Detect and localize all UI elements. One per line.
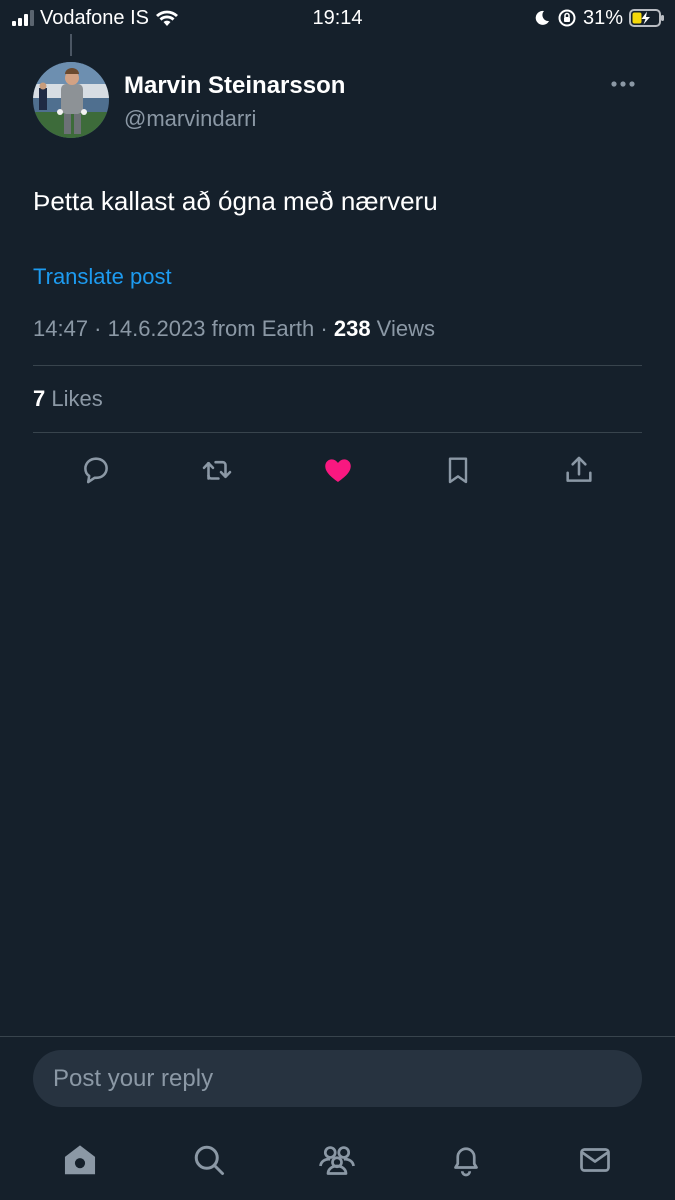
tab-search[interactable] [169, 1130, 249, 1190]
like-button[interactable] [278, 444, 398, 496]
share-button[interactable] [519, 444, 639, 496]
wifi-icon [155, 10, 178, 26]
tab-messages[interactable] [555, 1130, 635, 1190]
avatar[interactable] [33, 62, 109, 138]
reply-icon [84, 457, 108, 484]
more-options-button[interactable] [603, 70, 643, 98]
bookmark-button[interactable] [398, 444, 518, 496]
action-bar [36, 444, 639, 496]
messages-icon [579, 1148, 610, 1172]
reply-input[interactable]: Post your reply [33, 1050, 642, 1107]
tab-bar [0, 1128, 675, 1192]
notifications-icon [454, 1147, 478, 1177]
status-right: 31% [533, 7, 665, 30]
battery-label: 31% [582, 6, 623, 29]
author-name[interactable]: Marvin Steinarsson [124, 72, 345, 100]
likes-label: Likes [45, 386, 103, 411]
tweet-meta: 14:47 · 14.6.2023 from Earth · 238 Views [33, 316, 435, 342]
retweet-icon [202, 460, 232, 480]
views-label: Views [370, 316, 435, 341]
tab-notifications[interactable] [426, 1130, 506, 1190]
likes-summary[interactable]: 7 Likes [33, 386, 103, 412]
thread-connector [70, 34, 72, 56]
retweet-button[interactable] [157, 444, 277, 496]
divider [33, 365, 642, 366]
communities-icon [319, 1146, 356, 1175]
composer-divider [0, 1036, 675, 1037]
tweet-text: Þetta kallast að ógna með nærveru [33, 186, 438, 216]
tab-communities[interactable] [297, 1130, 377, 1190]
status-left: Vodafone IS [12, 7, 179, 30]
carrier-label: Vodafone IS [40, 6, 149, 29]
bookmark-icon [449, 457, 468, 484]
translate-post-link[interactable]: Translate post [33, 264, 172, 290]
likes-count: 7 [33, 386, 46, 411]
search-icon [194, 1145, 224, 1175]
like-icon [324, 459, 351, 483]
author-handle[interactable]: @marvindarri [124, 106, 256, 132]
views-count: 238 [333, 316, 371, 341]
signal-icon [12, 10, 34, 26]
share-icon [566, 456, 592, 482]
home-icon [65, 1145, 96, 1175]
tab-home[interactable] [40, 1130, 120, 1190]
reply-button[interactable] [36, 444, 156, 496]
tweet-timestamp: 14:47 · 14.6.2023 from Earth · [33, 316, 334, 341]
tweet-header: Marvin Steinarsson @marvindarri [33, 62, 643, 142]
more-icon [611, 81, 635, 87]
battery-icon [629, 9, 664, 27]
divider [33, 432, 642, 433]
rotation-lock-icon [558, 9, 576, 27]
moon-icon [535, 10, 549, 25]
status-bar: Vodafone IS 19:14 31% [0, 0, 675, 36]
